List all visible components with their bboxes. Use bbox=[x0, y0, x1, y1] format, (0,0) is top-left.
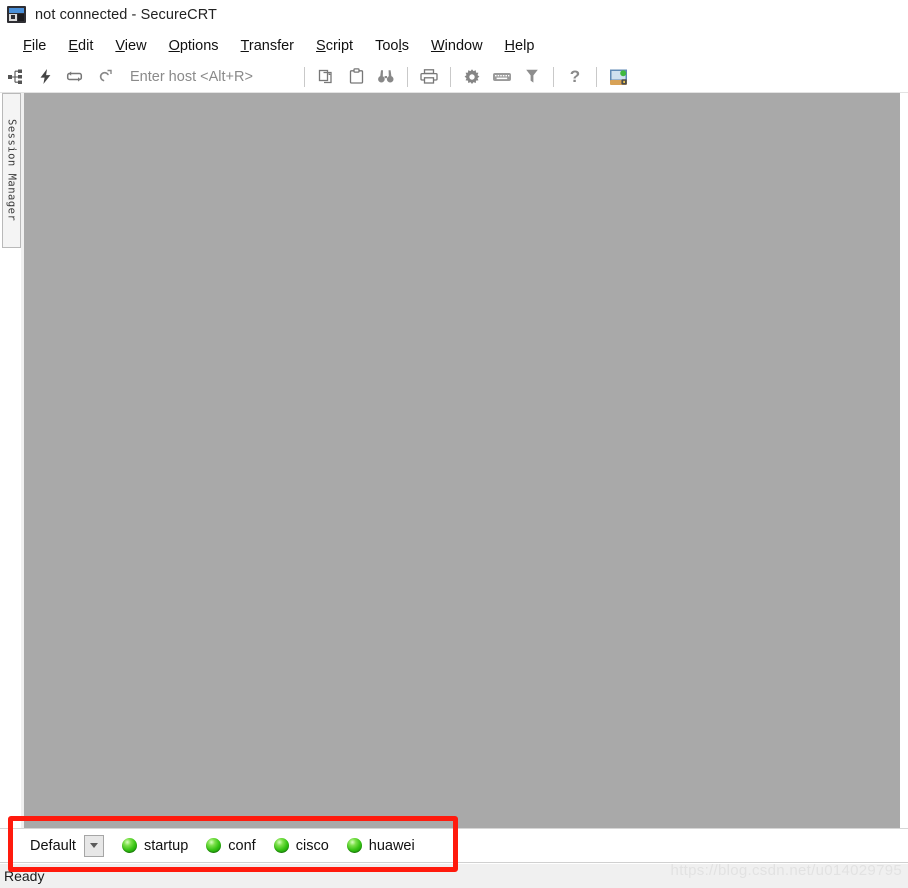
menu-accel-script: S bbox=[316, 38, 326, 54]
toolbar-separator-4 bbox=[553, 67, 554, 87]
green-ball-icon bbox=[206, 838, 221, 853]
title-bar: not connected - SecureCRT bbox=[0, 0, 908, 30]
button-bar-item-cisco[interactable]: cisco bbox=[274, 838, 329, 854]
quick-connect-icon[interactable] bbox=[30, 63, 60, 91]
session-manager-icon[interactable] bbox=[603, 63, 633, 91]
menu-accel-edit: E bbox=[68, 38, 78, 54]
menu-rest-help: elp bbox=[515, 38, 534, 54]
menu-accel-transfer: T bbox=[241, 38, 249, 54]
menu-item-window[interactable]: Window bbox=[420, 35, 494, 57]
session-manager-tab[interactable]: Session Manager bbox=[2, 93, 21, 248]
toolbar-separator-3 bbox=[450, 67, 451, 87]
button-bar-dropdown-button[interactable] bbox=[84, 835, 104, 857]
menu-accel-file: F bbox=[23, 38, 32, 54]
menu-accel-view: V bbox=[115, 38, 124, 54]
window-title: not connected - SecureCRT bbox=[35, 7, 217, 23]
disconnect-icon[interactable] bbox=[90, 63, 120, 91]
button-bar-item-startup[interactable]: startup bbox=[122, 838, 188, 854]
tool-bar: Enter host <Alt+R> bbox=[0, 61, 908, 93]
securecrt-window: not connected - SecureCRT File Edit View… bbox=[0, 0, 908, 888]
green-ball-icon bbox=[347, 838, 362, 853]
menu-item-edit[interactable]: Edit bbox=[57, 35, 104, 57]
host-input[interactable]: Enter host <Alt+R> bbox=[120, 69, 298, 85]
menu-rest-view: iew bbox=[125, 38, 147, 54]
button-bar-item-label: cisco bbox=[296, 838, 329, 854]
filter-icon[interactable] bbox=[517, 63, 547, 91]
keyboard-icon[interactable] bbox=[487, 63, 517, 91]
menu-accel-help: H bbox=[505, 38, 515, 54]
menu-item-options[interactable]: Options bbox=[158, 35, 230, 57]
securecrt-app-icon bbox=[7, 6, 26, 25]
copy-icon[interactable] bbox=[311, 63, 341, 91]
workspace: Session Manager bbox=[0, 93, 908, 828]
menu-rest-script: cript bbox=[326, 38, 353, 54]
menu-rest-file: ile bbox=[32, 38, 47, 54]
chevron-down-icon bbox=[90, 843, 98, 848]
menu-item-help[interactable]: Help bbox=[494, 35, 546, 57]
menu-accel-options: O bbox=[169, 38, 180, 54]
menu-item-view[interactable]: View bbox=[104, 35, 157, 57]
menu-accel-window: W bbox=[431, 38, 445, 54]
menu-item-script[interactable]: Script bbox=[305, 35, 364, 57]
menu-item-file[interactable]: File bbox=[12, 35, 57, 57]
button-bar-session-selector[interactable]: Default bbox=[30, 835, 104, 857]
session-manager-tab-label: Session Manager bbox=[6, 119, 18, 221]
connect-icon[interactable] bbox=[0, 63, 30, 91]
green-ball-icon bbox=[122, 838, 137, 853]
button-bar-item-label: startup bbox=[144, 838, 188, 854]
toolbar-separator-1 bbox=[304, 67, 305, 87]
button-bar: Default startup conf cisco huawei bbox=[0, 828, 908, 863]
help-icon[interactable]: ? bbox=[560, 63, 590, 91]
reconnect-all-icon[interactable] bbox=[60, 63, 90, 91]
terminal-area[interactable] bbox=[24, 93, 900, 828]
button-bar-item-conf[interactable]: conf bbox=[206, 838, 255, 854]
toolbar-separator-2 bbox=[407, 67, 408, 87]
find-icon[interactable] bbox=[371, 63, 401, 91]
svg-text:?: ? bbox=[570, 67, 580, 86]
menu-rest-edit: dit bbox=[78, 38, 93, 54]
paste-icon[interactable] bbox=[341, 63, 371, 91]
menu-rest-window: indow bbox=[445, 38, 483, 54]
menu-rest-tools-b: s bbox=[402, 38, 409, 54]
button-bar-session-label: Default bbox=[30, 838, 76, 854]
menu-rest-tools-a: Too bbox=[375, 38, 398, 54]
status-text: Ready bbox=[4, 868, 44, 884]
menu-rest-options: ptions bbox=[180, 38, 219, 54]
button-bar-item-label: huawei bbox=[369, 838, 415, 854]
session-options-icon[interactable] bbox=[457, 63, 487, 91]
menu-item-transfer[interactable]: Transfer bbox=[230, 35, 305, 57]
status-bar: Ready bbox=[0, 864, 908, 888]
menu-item-tools[interactable]: Tools bbox=[364, 35, 420, 57]
menu-rest-transfer: ransfer bbox=[249, 38, 294, 54]
print-icon[interactable] bbox=[414, 63, 444, 91]
menu-bar: File Edit View Options Transfer Script T… bbox=[0, 30, 908, 61]
button-bar-item-label: conf bbox=[228, 838, 255, 854]
toolbar-separator-5 bbox=[596, 67, 597, 87]
green-ball-icon bbox=[274, 838, 289, 853]
button-bar-item-huawei[interactable]: huawei bbox=[347, 838, 415, 854]
terminal-right-margin bbox=[900, 93, 908, 828]
